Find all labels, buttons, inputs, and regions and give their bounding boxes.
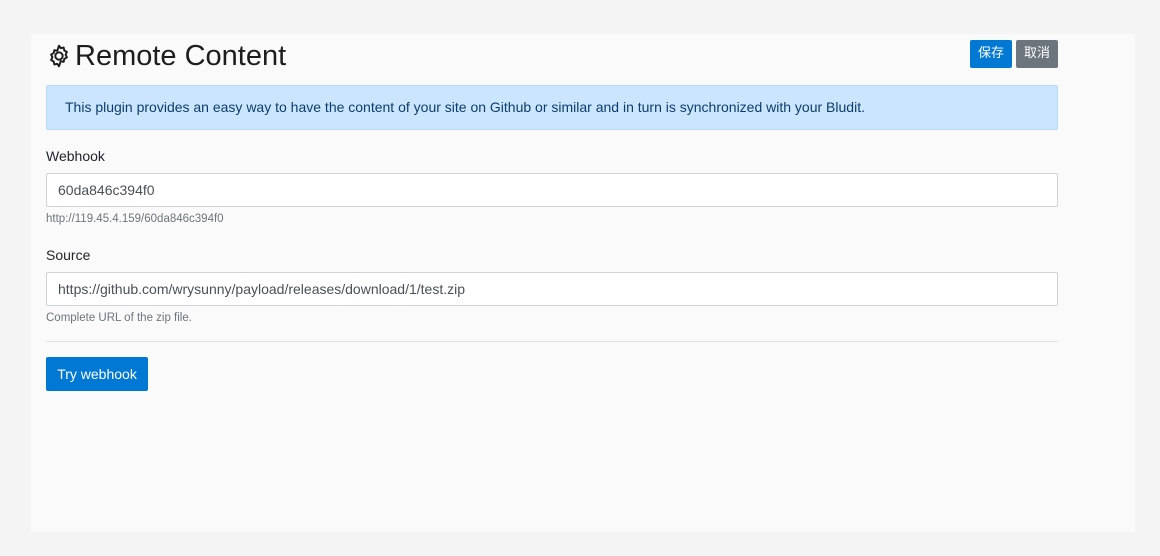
source-label: Source [46, 247, 91, 263]
header-actions: 保存 取消 [969, 40, 1058, 68]
save-button[interactable]: 保存 [969, 40, 1012, 68]
plugin-settings-panel: Remote Content 保存 取消 This plugin provide… [31, 34, 1135, 532]
cancel-button[interactable]: 取消 [1015, 40, 1058, 68]
try-webhook-button[interactable]: Try webhook [46, 357, 148, 391]
gear-icon [46, 43, 72, 69]
source-help-text: Complete URL of the zip file. [46, 312, 192, 324]
title-wrap: Remote Content [46, 36, 286, 76]
page-header: Remote Content 保存 取消 [46, 36, 1058, 76]
source-input[interactable] [46, 272, 1058, 306]
divider [46, 341, 1058, 342]
webhook-help-text: http://119.45.4.159/60da846c394f0 [46, 213, 224, 225]
page-title: Remote Content [75, 40, 287, 72]
webhook-input[interactable] [46, 173, 1058, 207]
webhook-label: Webhook [46, 148, 105, 164]
info-alert: This plugin provides an easy way to have… [46, 85, 1058, 130]
